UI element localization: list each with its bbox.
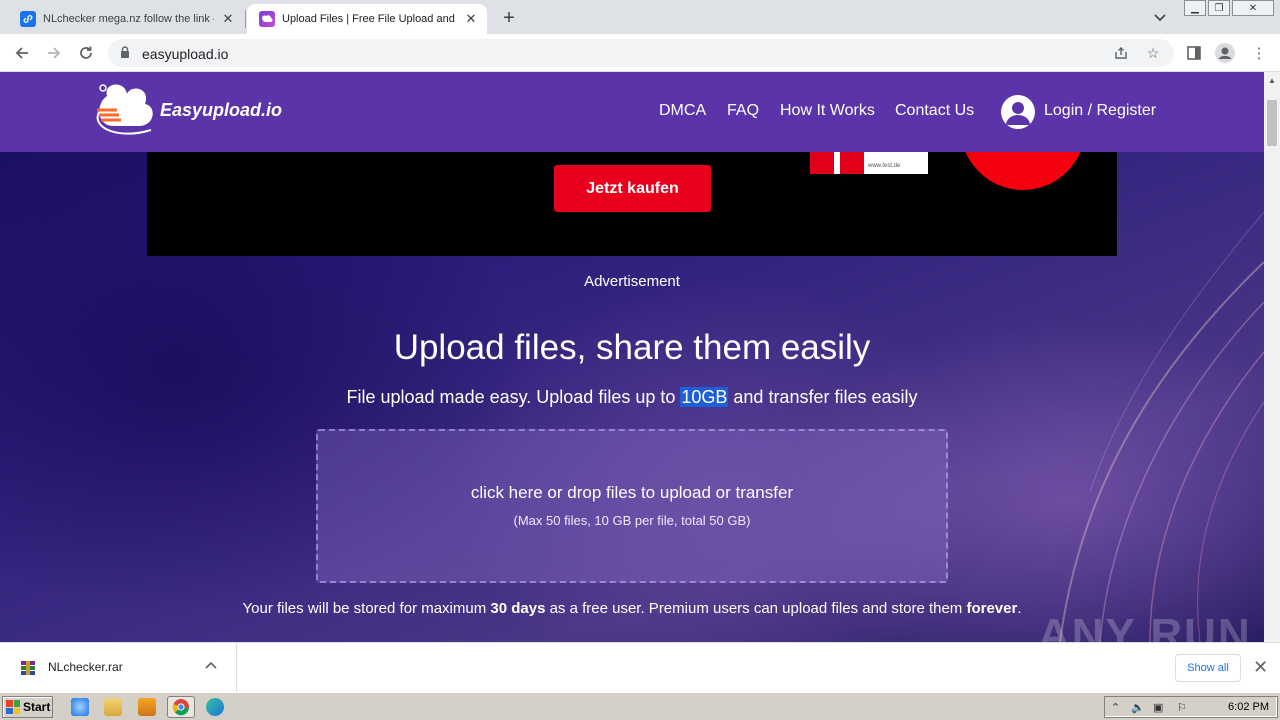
tab-strip: NLchecker mega.nz follow the link — ✕ Up… [0,0,1280,34]
action-center-flag-icon[interactable]: ⚐ [1177,701,1187,714]
nav-contact-us[interactable]: Contact Us [895,102,974,120]
advertisement-banner[interactable]: Jetzt kaufen www.test.de [147,152,1117,256]
chevron-down-icon[interactable] [1150,8,1170,28]
hero-subtitle: File upload made easy. Upload files up t… [0,387,1264,408]
ad-badge-text: www.test.de [868,163,901,169]
subtitle-highlight: 10GB [680,387,729,407]
dropzone-instruction: click here or drop files to upload or tr… [470,483,794,502]
download-filename: NLchecker.rar [48,660,123,674]
forward-icon[interactable] [42,41,66,65]
hero-title: Upload files, share them easily [393,328,871,367]
windows-flag-icon [6,700,20,714]
storage-text: Your files will be stored for maximum [242,600,491,617]
minimize-icon[interactable]: ▁ [1184,0,1206,16]
file-explorer-icon[interactable] [104,698,122,716]
download-shelf: NLchecker.rar Show all ✕ [0,642,1280,693]
ad-buy-button[interactable]: Jetzt kaufen [554,165,711,212]
storage-forever: forever [966,600,1018,617]
internet-explorer-icon[interactable] [71,698,89,716]
tab-nlchecker[interactable]: NLchecker mega.nz follow the link — ✕ [8,4,244,34]
subtitle-text: File upload made easy. Upload files up t… [346,387,681,407]
link-icon [20,11,36,27]
system-tray: ⌃ 🔈 ▣ ⚐ 6:02 PM [1104,696,1278,718]
user-avatar-icon[interactable] [1001,95,1035,129]
address-bar[interactable]: easyupload.io ☆ [108,39,1174,67]
close-icon[interactable]: ✕ [463,11,479,27]
ad-red-circle [960,152,1086,190]
anyrun-watermark: ANY RUN [1038,610,1252,642]
new-tab-icon[interactable]: + [497,6,521,30]
storage-text: as a free user. Premium users can upload… [545,600,967,617]
page-scrollbar[interactable]: ▲ [1264,72,1280,642]
browser-toolbar: easyupload.io ☆ ⋮ [0,34,1280,72]
tab-separator [245,10,246,28]
site-header: Easyupload.io DMCA FAQ How It Works Cont… [0,72,1264,152]
nav-dmca[interactable]: DMCA [659,102,706,120]
chrome-taskbar-button[interactable] [167,696,195,718]
restore-icon[interactable]: ❐ [1208,0,1230,16]
tab-easyupload[interactable]: Upload Files | Free File Upload and Tr ✕ [247,4,487,34]
dropzone-limits: (Max 50 files, 10 GB per file, total 50 … [513,513,751,528]
show-all-button[interactable]: Show all [1175,654,1241,682]
screen: NLchecker mega.nz follow the link — ✕ Up… [0,0,1280,720]
lock-icon [121,46,129,58]
close-icon[interactable]: ✕ [1253,657,1268,678]
taskbar-clock[interactable]: 6:02 PM [1228,701,1269,713]
rar-archive-icon [21,661,35,675]
reload-icon[interactable] [74,41,98,65]
upload-dropzone[interactable]: click here or drop files to upload or tr… [316,429,948,583]
start-button[interactable]: Start [2,696,53,718]
download-item[interactable]: NLchecker.rar [0,643,237,693]
scrollbar-thumb[interactable] [1267,100,1277,146]
advertisement-label: Advertisement [584,273,680,290]
nav-how-it-works[interactable]: How It Works [780,102,875,120]
tab-title: Upload Files | Free File Upload and Tr [282,13,457,25]
edge-icon[interactable] [206,698,224,716]
close-icon[interactable]: ✕ [220,11,236,27]
media-player-icon[interactable] [138,698,156,716]
network-icon[interactable]: ▣ [1153,701,1163,714]
menu-kebab-icon[interactable]: ⋮ [1249,43,1269,63]
windows-taskbar: Start ⌃ 🔈 ▣ ⚐ 6:02 PM [0,692,1280,720]
page-viewport: Easyupload.io DMCA FAQ How It Works Cont… [0,72,1264,642]
nav-faq[interactable]: FAQ [727,102,759,120]
share-icon[interactable] [1112,44,1130,62]
ad-test-badge: www.test.de [810,152,928,174]
tray-expand-icon[interactable]: ⌃ [1111,701,1120,714]
url-text: easyupload.io [142,46,229,62]
scroll-up-icon[interactable]: ▲ [1268,76,1276,85]
profile-icon[interactable] [1215,43,1235,63]
window-controls: ▁ ❐ ✕ [1184,0,1274,16]
storage-days: 30 days [490,600,546,617]
chrome-icon [172,699,189,716]
back-icon[interactable] [10,41,34,65]
start-label: Start [23,700,51,714]
storage-text: . [1017,600,1022,617]
tab-title: NLchecker mega.nz follow the link — [43,13,214,25]
easyupload-favicon-icon [259,11,275,27]
window-close-icon[interactable]: ✕ [1232,0,1274,16]
bookmark-star-icon[interactable]: ☆ [1144,44,1162,62]
brand-name[interactable]: Easyupload.io [160,100,282,121]
chevron-up-icon[interactable] [205,658,217,672]
side-panel-icon[interactable] [1184,43,1204,63]
volume-icon[interactable]: 🔈 [1131,701,1145,714]
subtitle-text: and transfer files easily [728,387,918,407]
login-register-link[interactable]: Login / Register [1044,102,1156,120]
